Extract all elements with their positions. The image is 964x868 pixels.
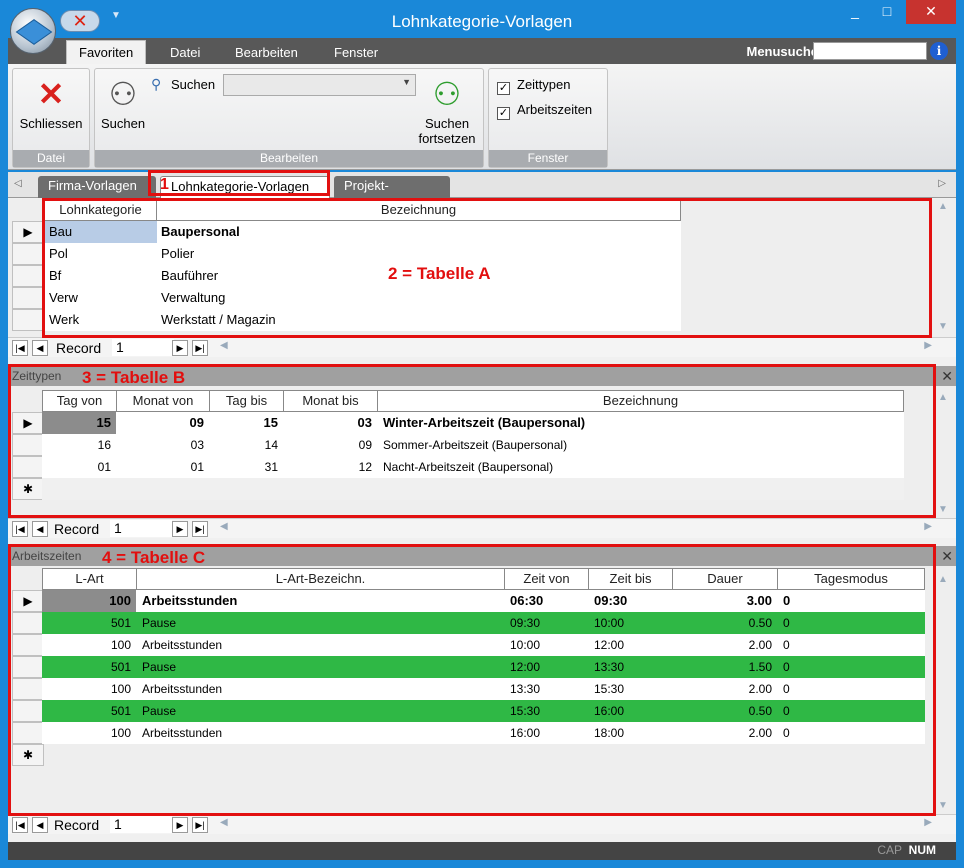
hscroll-left-icon[interactable]: ◀ — [220, 817, 228, 828]
last-record-icon[interactable]: ▶| — [192, 817, 208, 833]
record-nav-c: |◀ ◀ Record 1 ▶ ▶| ◀ ▶ — [8, 814, 956, 834]
chevron-down-icon: ▼ — [402, 77, 411, 87]
record-nav-b: |◀ ◀ Record 1 ▶ ▶| ◀ ▶ — [8, 518, 956, 538]
scroll-up-icon[interactable]: ▲ — [936, 574, 950, 585]
next-record-icon[interactable]: ▶ — [172, 817, 188, 833]
first-record-icon[interactable]: |◀ — [12, 340, 28, 356]
group-datei: ✕ Schliessen Datei — [12, 68, 90, 168]
search-small-label: Suchen — [171, 77, 216, 92]
checkmark-icon: ✓ — [497, 82, 510, 95]
cube-icon — [15, 19, 53, 45]
hscroll-right-icon[interactable]: ▶ — [924, 340, 932, 351]
close-panel-icon[interactable]: ✕ — [941, 546, 953, 566]
tab-firma-vorlagen[interactable]: Firma-Vorlagen — [38, 176, 156, 198]
menu-search-label: Menusuche — [746, 44, 818, 59]
group-fenster-label: Fenster — [489, 150, 607, 167]
next-record-icon[interactable]: ▶ — [172, 340, 188, 356]
checkbox-zeittypen[interactable]: ✓ Zeittypen — [497, 77, 570, 95]
annotation-box-tab — [148, 170, 330, 196]
annotation-box-table-b — [8, 364, 936, 518]
tabs-right-arrow-icon[interactable]: ▷ — [938, 178, 946, 189]
row-selector[interactable] — [12, 243, 44, 265]
binoculars-plus-icon: ⚇ — [432, 76, 462, 112]
app-menu-button[interactable] — [10, 8, 56, 54]
annotation-box-table-c — [8, 544, 936, 816]
record-nav-a: |◀ ◀ Record 1 ▶ ▶| ◀ ▶ — [8, 337, 956, 357]
title-bar: ✕ ▼ Lohnkategorie-Vorlagen _ □ ✕ — [0, 0, 964, 40]
group-bearbeiten-label: Bearbeiten — [95, 150, 483, 167]
close-panel-icon[interactable]: ✕ — [941, 366, 953, 386]
search-continue-label: Suchen fortsetzen — [418, 116, 476, 146]
group-bearbeiten: ⚇ Suchen ⚲ Suchen ▼ ⚇ Suchen fortsetzen … — [94, 68, 484, 168]
first-record-icon[interactable]: |◀ — [12, 521, 28, 537]
maximize-button[interactable]: □ — [870, 0, 904, 24]
search-button[interactable]: ⚇ Suchen — [97, 75, 149, 131]
row-selector[interactable] — [12, 287, 44, 309]
info-icon[interactable]: i — [930, 42, 948, 60]
prev-record-icon[interactable]: ◀ — [32, 817, 48, 833]
search-button-label: Suchen — [100, 116, 146, 131]
group-datei-label: Datei — [13, 150, 89, 167]
prev-record-icon[interactable]: ◀ — [32, 521, 48, 537]
hscroll-right-icon[interactable]: ▶ — [924, 817, 932, 828]
checkbox-zeittypen-label: Zeittypen — [517, 77, 571, 92]
close-button[interactable]: ✕ Schliessen — [13, 75, 89, 131]
status-cap: CAP — [877, 843, 902, 857]
row-selector[interactable] — [12, 309, 44, 331]
close-window-button[interactable]: ✕ — [906, 0, 956, 24]
menu-bar: Favoriten Datei Bearbeiten Fenster Menus… — [8, 38, 956, 65]
status-bar: CAP NUM — [8, 842, 956, 860]
last-record-icon[interactable]: ▶| — [192, 340, 208, 356]
prev-record-icon[interactable]: ◀ — [32, 340, 48, 356]
last-record-icon[interactable]: ▶| — [192, 521, 208, 537]
tab-bearbeiten[interactable]: Bearbeiten — [223, 42, 310, 64]
search-continue-button[interactable]: ⚇ Suchen fortsetzen — [411, 75, 483, 146]
record-label: Record — [56, 340, 102, 356]
next-record-icon[interactable]: ▶ — [172, 521, 188, 537]
tab-projekt-vorlagen[interactable]: Projekt-Vorlagen — [334, 176, 450, 213]
hscroll-left-icon[interactable]: ◀ — [220, 521, 228, 532]
window-title: Lohnkategorie-Vorlagen — [391, 12, 573, 31]
group-fenster: ✓ Zeittypen ✓ Arbeitszeiten Fenster — [488, 68, 608, 168]
first-record-icon[interactable]: |◀ — [12, 817, 28, 833]
scroll-down-icon[interactable]: ▼ — [936, 321, 950, 332]
annotation-table-a: 2 = Tabelle A — [388, 264, 491, 283]
scroll-down-icon[interactable]: ▼ — [936, 504, 950, 515]
ribbon: ✕ Schliessen Datei ⚇ Suchen ⚲ Suchen ▼ ⚇… — [8, 64, 956, 170]
hscroll-right-icon[interactable]: ▶ — [924, 521, 932, 532]
row-selector[interactable]: ▶ — [12, 221, 44, 243]
record-label: Record — [54, 817, 100, 833]
tab-favoriten[interactable]: Favoriten — [66, 40, 147, 65]
checkbox-arbeitszeiten-label: Arbeitszeiten — [517, 102, 593, 117]
tabs-left-arrow-icon[interactable]: ◁ — [14, 178, 22, 189]
record-number-input[interactable]: 1 — [110, 520, 172, 537]
search-combobox[interactable]: ▼ — [223, 74, 416, 96]
record-number-input[interactable]: 1 — [112, 339, 174, 356]
close-x-icon: ✕ — [37, 76, 65, 112]
binoculars-icon: ⚇ — [108, 76, 138, 112]
tab-fenster[interactable]: Fenster — [322, 42, 390, 64]
menu-search-input[interactable] — [813, 42, 927, 60]
record-number-input[interactable]: 1 — [110, 816, 172, 833]
row-selector[interactable] — [12, 265, 44, 287]
close-button-label: Schliessen — [19, 116, 83, 131]
tab-datei[interactable]: Datei — [158, 42, 212, 64]
hscroll-left-icon[interactable]: ◀ — [220, 340, 228, 351]
checkbox-arbeitszeiten[interactable]: ✓ Arbeitszeiten — [497, 102, 592, 120]
checkmark-icon: ✓ — [497, 107, 510, 120]
user-search-icon: ⚲ — [151, 76, 162, 92]
scroll-up-icon[interactable]: ▲ — [936, 392, 950, 403]
status-num: NUM — [908, 843, 936, 857]
record-label: Record — [54, 521, 100, 537]
scroll-up-icon[interactable]: ▲ — [936, 201, 950, 212]
minimize-button[interactable]: _ — [838, 0, 872, 24]
scroll-down-icon[interactable]: ▼ — [936, 800, 950, 811]
